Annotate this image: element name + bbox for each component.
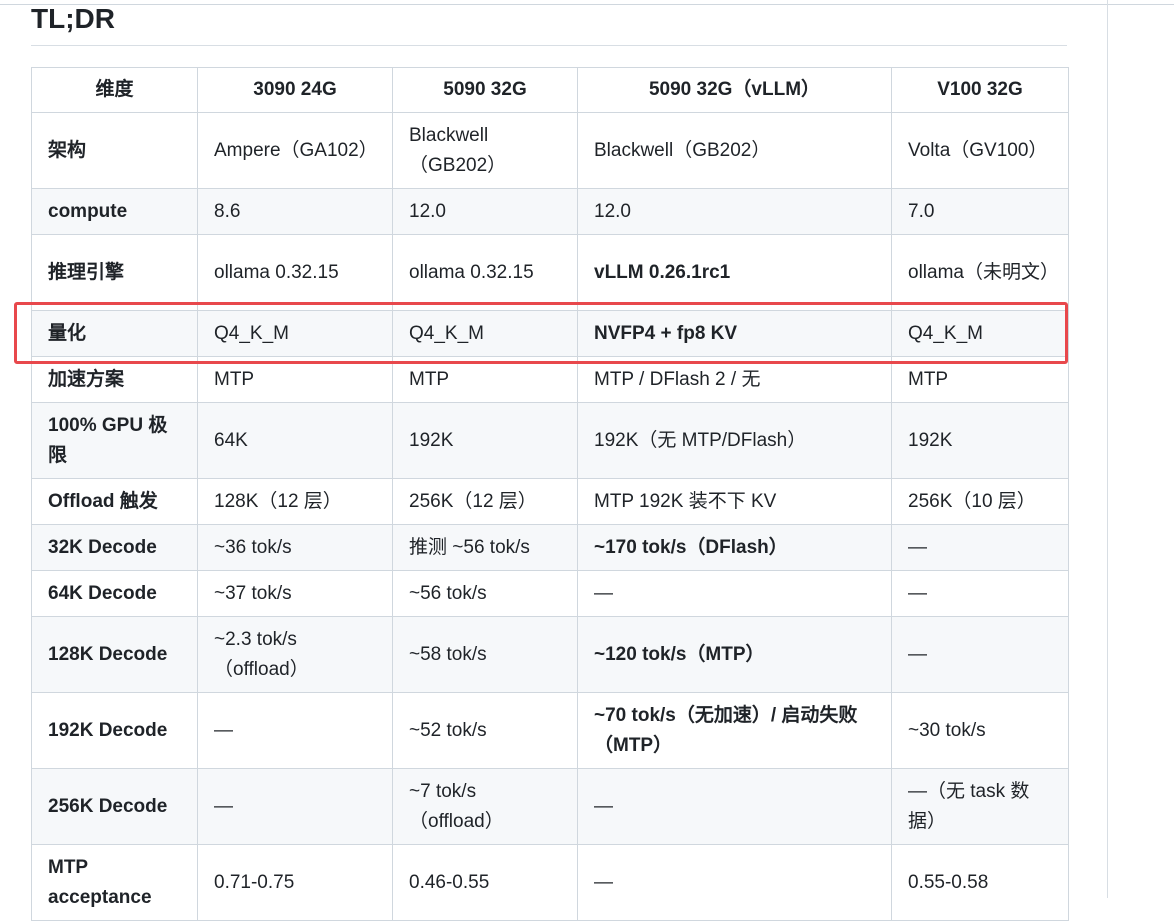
table-cell: ~52 tok/s <box>392 692 578 769</box>
table-cell: 0.46-0.55 <box>392 844 578 921</box>
table-cell: Blackwell（GB202） <box>392 112 578 189</box>
table-cell: 7.0 <box>891 188 1069 235</box>
table-cell: ollama 0.32.15 <box>392 234 578 311</box>
header-v100-32g: V100 32G <box>891 67 1069 113</box>
table-cell: 12.0 <box>392 188 578 235</box>
row-header: 32K Decode <box>31 524 198 571</box>
heading-underline <box>31 45 1067 46</box>
table-cell: MTP 192K 装不下 KV <box>577 478 892 525</box>
table-cell: — <box>577 768 892 845</box>
table-cell: MTP <box>891 356 1069 403</box>
table-cell: Volta（GV100） <box>891 112 1069 189</box>
table-cell: ollama（未明文） <box>891 234 1069 311</box>
row-header: 100% GPU 极限 <box>31 402 198 479</box>
row-header: 256K Decode <box>31 768 198 845</box>
row-header: compute <box>31 188 198 235</box>
table-row: 192K Decode — ~52 tok/s ~70 tok/s（无加速）/ … <box>31 692 1069 769</box>
table-cell: ~170 tok/s（DFlash） <box>577 524 892 571</box>
content-right-border <box>1107 0 1108 898</box>
row-header: MTP acceptance <box>31 844 198 921</box>
table-cell: 8.6 <box>197 188 393 235</box>
table-cell: — <box>577 570 892 617</box>
table-cell: 0.71-0.75 <box>197 844 393 921</box>
table-cell: ~7 tok/s（offload） <box>392 768 578 845</box>
table-cell: Q4_K_M <box>197 310 393 357</box>
table-cell: 192K <box>392 402 578 479</box>
table-cell: — <box>577 844 892 921</box>
row-header: 128K Decode <box>31 616 198 693</box>
table-cell: NVFP4 + fp8 KV <box>577 310 892 357</box>
table-cell: ~37 tok/s <box>197 570 393 617</box>
table-cell: 12.0 <box>577 188 892 235</box>
table-cell: — <box>891 616 1069 693</box>
table-cell: ollama 0.32.15 <box>197 234 393 311</box>
row-header: 64K Decode <box>31 570 198 617</box>
table-row: compute 8.6 12.0 12.0 7.0 <box>31 188 1069 235</box>
comparison-table: 维度 3090 24G 5090 32G 5090 32G（vLLM） V100… <box>31 67 1069 921</box>
table-header-row: 维度 3090 24G 5090 32G 5090 32G（vLLM） V100… <box>31 67 1069 113</box>
table-cell: 64K <box>197 402 393 479</box>
row-header: 推理引擎 <box>31 234 198 311</box>
row-header: Offload 触发 <box>31 478 198 525</box>
table-cell: vLLM 0.26.1rc1 <box>577 234 892 311</box>
table-cell: — <box>197 768 393 845</box>
table-cell: MTP <box>392 356 578 403</box>
table-row: 架构 Ampere（GA102） Blackwell（GB202） Blackw… <box>31 112 1069 189</box>
table-row: 64K Decode ~37 tok/s ~56 tok/s — — <box>31 570 1069 617</box>
table-cell: MTP / DFlash 2 / 无 <box>577 356 892 403</box>
table-cell: ~58 tok/s <box>392 616 578 693</box>
table-cell: 256K（12 层） <box>392 478 578 525</box>
table-cell: — <box>197 692 393 769</box>
row-header: 加速方案 <box>31 356 198 403</box>
table-cell: 192K（无 MTP/DFlash） <box>577 402 892 479</box>
table-row: 128K Decode ~2.3 tok/s（offload） ~58 tok/… <box>31 616 1069 693</box>
section-heading: TL;DR <box>31 3 115 34</box>
header-dimension: 维度 <box>31 67 198 113</box>
row-header: 架构 <box>31 112 198 189</box>
table-cell: — <box>891 524 1069 571</box>
table-row: 32K Decode ~36 tok/s 推测 ~56 tok/s ~170 t… <box>31 524 1069 571</box>
table-cell: Ampere（GA102） <box>197 112 393 189</box>
table-cell: Q4_K_M <box>392 310 578 357</box>
table-cell: ~56 tok/s <box>392 570 578 617</box>
table-cell: ~70 tok/s（无加速）/ 启动失败（MTP） <box>577 692 892 769</box>
table-cell: 推测 ~56 tok/s <box>392 524 578 571</box>
table-cell: 128K（12 层） <box>197 478 393 525</box>
table-row: 推理引擎 ollama 0.32.15 ollama 0.32.15 vLLM … <box>31 234 1069 311</box>
table-cell: Q4_K_M <box>891 310 1069 357</box>
table-cell: —（无 task 数据） <box>891 768 1069 845</box>
table-cell: Blackwell（GB202） <box>577 112 892 189</box>
table-cell: ~2.3 tok/s（offload） <box>197 616 393 693</box>
header-5090-32g: 5090 32G <box>392 67 578 113</box>
table-row: Offload 触发 128K（12 层） 256K（12 层） MTP 192… <box>31 478 1069 525</box>
table-row: 加速方案 MTP MTP MTP / DFlash 2 / 无 MTP <box>31 356 1069 403</box>
table-row-highlighted: 量化 Q4_K_M Q4_K_M NVFP4 + fp8 KV Q4_K_M <box>31 310 1069 357</box>
table-row: 100% GPU 极限 64K 192K 192K（无 MTP/DFlash） … <box>31 402 1069 479</box>
table-cell: ~36 tok/s <box>197 524 393 571</box>
table-cell: 192K <box>891 402 1069 479</box>
table-cell: 0.55-0.58 <box>891 844 1069 921</box>
table-cell: — <box>891 570 1069 617</box>
row-header: 192K Decode <box>31 692 198 769</box>
header-3090-24g: 3090 24G <box>197 67 393 113</box>
table-cell: ~30 tok/s <box>891 692 1069 769</box>
table-row: 256K Decode — ~7 tok/s（offload） — —（无 ta… <box>31 768 1069 845</box>
top-border <box>0 4 1174 5</box>
table-cell: ~120 tok/s（MTP） <box>577 616 892 693</box>
table-cell: 256K（10 层） <box>891 478 1069 525</box>
table-row: MTP acceptance 0.71-0.75 0.46-0.55 — 0.5… <box>31 844 1069 921</box>
table-cell: MTP <box>197 356 393 403</box>
row-header: 量化 <box>31 310 198 357</box>
header-5090-32g-vllm: 5090 32G（vLLM） <box>577 67 892 113</box>
